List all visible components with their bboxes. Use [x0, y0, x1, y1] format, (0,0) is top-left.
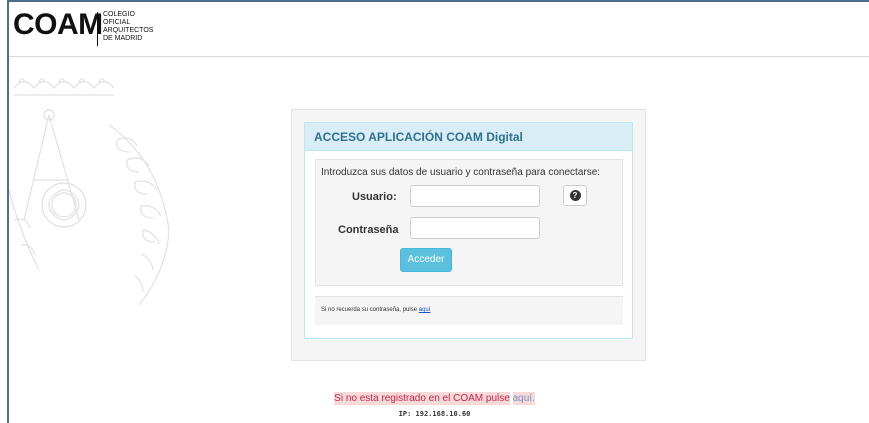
forgot-password-row: Si no recuerda su contraseña, pulse aquí: [315, 296, 623, 325]
username-label: Usuario:: [352, 191, 397, 203]
login-panel: ACCESO APLICACIÓN COAM Digital Introduzc…: [304, 122, 633, 339]
username-input[interactable]: [410, 185, 540, 207]
login-form: Introduzca sus datos de usuario y contra…: [315, 159, 623, 286]
forgot-password-text: Si no recuerda su contraseña, pulse: [321, 307, 418, 313]
logo-subtitle-line: OFICIAL: [103, 19, 131, 26]
logo-subtitle-line: ARQUITECTOS: [103, 27, 154, 34]
register-link[interactable]: aquí.: [512, 392, 535, 405]
forgot-password-link[interactable]: aquí: [419, 307, 431, 313]
register-notice: Si no esta registrado en el COAM pulse a…: [0, 392, 869, 405]
login-container: ACCESO APLICACIÓN COAM Digital Introduzc…: [291, 109, 646, 361]
login-button[interactable]: Acceder: [400, 248, 452, 272]
page-header: COAM COLEGIO OFICIAL ARQUITECTOS DE MADR…: [9, 2, 869, 57]
coam-seal-watermark: [9, 78, 170, 306]
register-text: Si no esta registrado en el COAM pulse: [334, 392, 510, 405]
help-button[interactable]: ?: [563, 185, 587, 206]
password-input[interactable]: [410, 217, 540, 239]
ip-address: IP: 192.168.10.60: [398, 410, 471, 418]
question-circle-icon: ?: [569, 190, 581, 201]
coam-logo[interactable]: COAM: [13, 10, 103, 40]
logo-subtitle: COLEGIO OFICIAL ARQUITECTOS DE MADRID: [103, 11, 153, 43]
panel-title: ACCESO APLICACIÓN COAM Digital: [305, 123, 632, 151]
logo-subtitle-line: DE MADRID: [103, 35, 143, 42]
password-label: Contraseña: [338, 224, 399, 236]
login-intro-text: Introduzca sus datos de usuario y contra…: [321, 167, 601, 178]
logo-subtitle-line: COLEGIO: [103, 11, 135, 18]
logo-divider: [97, 12, 98, 46]
